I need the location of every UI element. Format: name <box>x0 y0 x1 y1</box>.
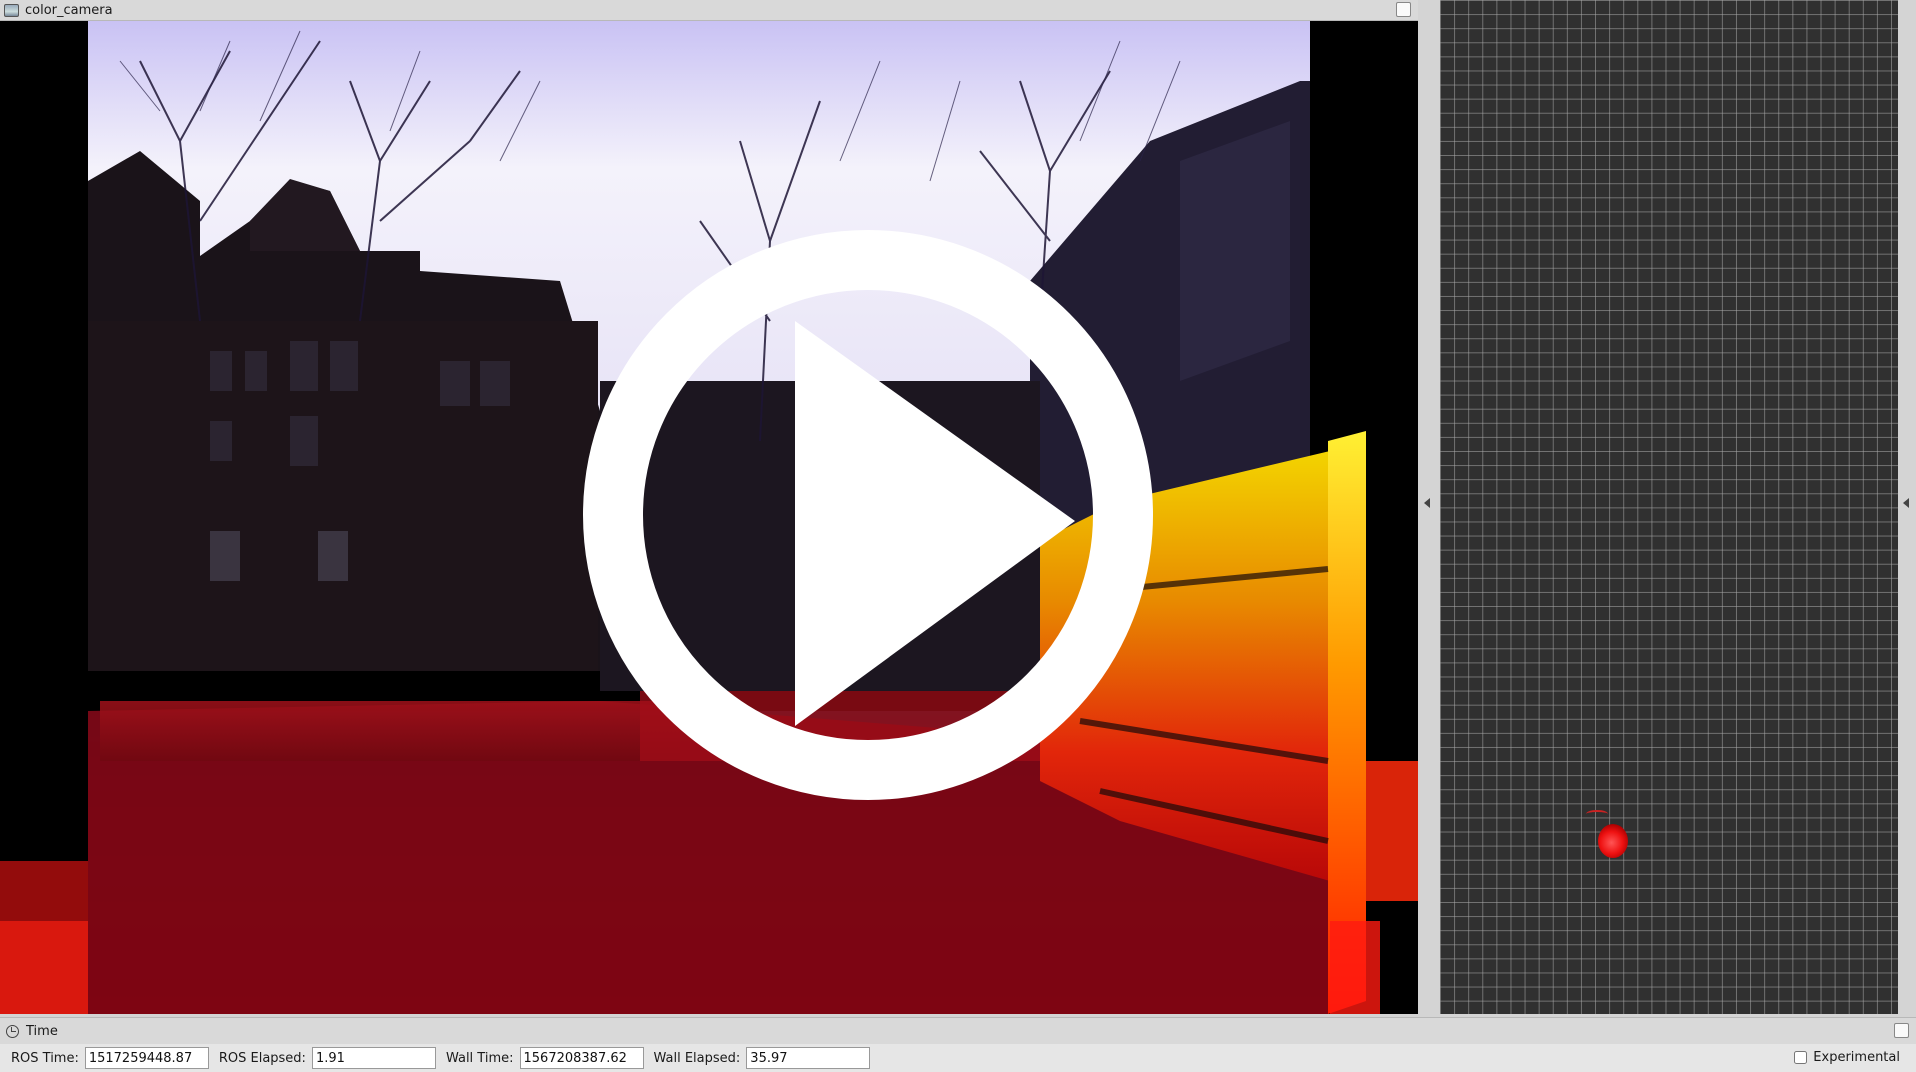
image-view-icon <box>4 3 19 17</box>
time-panel-close-button[interactable] <box>1894 1023 1909 1038</box>
collapse-left-arrow-icon[interactable] <box>1424 498 1430 508</box>
time-panel-title: Time <box>26 1023 58 1039</box>
time-bar: ROS Time: ROS Elapsed: Wall Time: Wall E… <box>0 1044 1916 1072</box>
ros-time-field[interactable] <box>84 1047 209 1069</box>
image-panel-title-bar: color_camera <box>0 0 1418 21</box>
wall-time-field[interactable] <box>519 1047 644 1069</box>
collapse-right-arrow-icon[interactable] <box>1903 498 1909 508</box>
wall-elapsed-label: Wall Elapsed: <box>653 1050 741 1066</box>
image-panel-title: color_camera <box>25 2 113 18</box>
experimental-label: Experimental <box>1813 1050 1900 1065</box>
3d-view[interactable] <box>1440 0 1898 1014</box>
point-cloud-blob <box>1598 824 1628 858</box>
ros-elapsed-field[interactable] <box>311 1047 436 1069</box>
point-cloud-arc <box>1586 810 1608 818</box>
camera-image[interactable] <box>0 21 1418 1014</box>
wall-elapsed-field[interactable] <box>746 1047 871 1069</box>
panel-close-button[interactable] <box>1396 2 1411 17</box>
panel-splitter[interactable] <box>1418 0 1440 1014</box>
experimental-checkbox[interactable] <box>1794 1051 1808 1064</box>
ros-time-label: ROS Time: <box>11 1050 79 1066</box>
right-panel-handle[interactable] <box>1898 0 1916 1014</box>
ros-elapsed-label: ROS Elapsed: <box>218 1050 306 1066</box>
camera-image-canvas <box>0 21 1418 1014</box>
image-panel: color_camera <box>0 0 1418 1014</box>
wall-time-label: Wall Time: <box>445 1050 514 1066</box>
clock-icon <box>6 1024 19 1038</box>
time-panel-title-bar: Time <box>0 1017 1916 1044</box>
experimental-toggle[interactable]: Experimental <box>1794 1050 1900 1065</box>
